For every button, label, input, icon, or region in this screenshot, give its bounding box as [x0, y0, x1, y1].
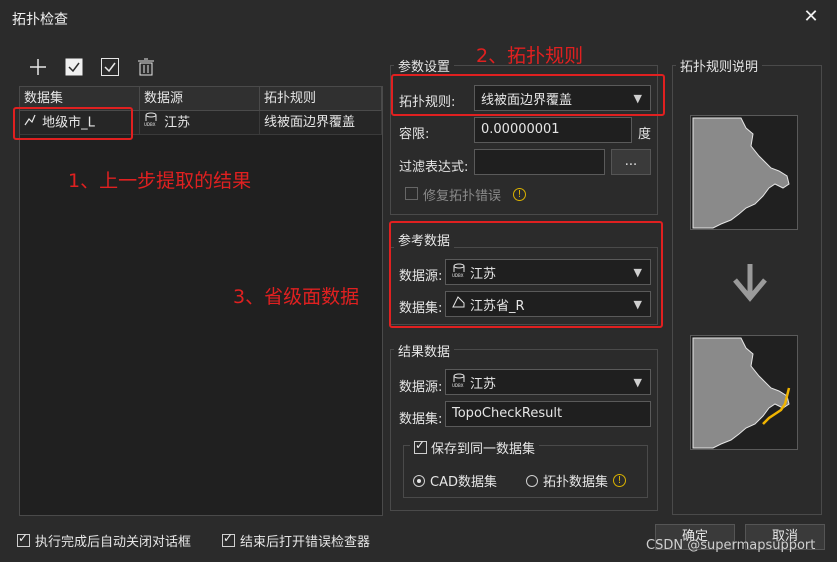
svg-text:UDBX: UDBX: [452, 383, 464, 387]
res-datasource-value: 江苏: [470, 376, 497, 392]
svg-text:UDBX: UDBX: [144, 122, 156, 126]
checkbox-icon: [414, 438, 427, 454]
filter-label: 过滤表达式:: [399, 160, 469, 175]
select-all-icon[interactable]: [99, 56, 121, 78]
radio-icon: [413, 474, 425, 487]
title-bar: [0, 0, 837, 36]
save-same-checkbox[interactable]: 保存到同一数据集: [410, 438, 540, 457]
warning-icon: !: [613, 474, 627, 487]
annotation-box-rule: [391, 74, 665, 116]
udbx-icon: UDBX: [144, 111, 160, 135]
filter-browse-button[interactable]: ...: [611, 149, 651, 175]
radio-cad-label: CAD数据集: [430, 475, 497, 490]
res-dataset-input[interactable]: TopoCheckResult: [445, 401, 651, 427]
annotation-text-1: 1、上一步提取的结果: [68, 170, 252, 192]
table-row-rule-cell[interactable]: 线被面边界覆盖: [260, 111, 382, 135]
description-legend: 拓扑规则说明: [676, 56, 763, 75]
close-icon[interactable]: ✕: [800, 6, 822, 28]
udbx-icon: UDBX: [452, 373, 470, 391]
watermark: CSDN @supermapsupport: [646, 538, 816, 553]
open-checker-checkbox[interactable]: 结束后打开错误检查器: [222, 531, 370, 550]
annotation-box-dataset: [13, 107, 133, 140]
open-checker-label: 结束后打开错误检查器: [240, 535, 371, 550]
res-datasource-select[interactable]: UDBX 江苏 ▼: [445, 369, 651, 395]
repair-label: 修复拓扑错误: [423, 189, 502, 204]
radio-topo-label: 拓扑数据集: [543, 475, 609, 490]
rule-before-image: [690, 115, 798, 230]
auto-close-checkbox[interactable]: 执行完成后自动关闭对话框: [17, 531, 191, 550]
datasource-name: 江苏: [164, 115, 191, 131]
save-same-label: 保存到同一数据集: [431, 442, 536, 457]
tolerance-unit: 度: [638, 127, 652, 142]
warning-icon: !: [513, 187, 526, 202]
delete-icon[interactable]: [135, 56, 157, 78]
radio-topo[interactable]: 拓扑数据集 !: [526, 471, 627, 490]
table-row-datasource-cell[interactable]: UDBX 江苏: [140, 111, 260, 135]
add-icon[interactable]: [27, 56, 49, 78]
arrow-down-icon: [731, 262, 769, 308]
annotation-text-2: 2、拓扑规则: [476, 45, 584, 67]
col-header-datasource[interactable]: 数据源: [140, 87, 260, 111]
col-header-rule[interactable]: 拓扑规则: [260, 87, 382, 111]
annotation-text-3: 3、省级面数据: [233, 286, 360, 308]
chevron-down-icon: ▼: [633, 375, 642, 389]
result-legend: 结果数据: [394, 341, 455, 360]
check-all-icon[interactable]: [63, 56, 85, 78]
filter-input[interactable]: [474, 149, 605, 175]
radio-cad[interactable]: CAD数据集: [413, 471, 497, 490]
tolerance-input[interactable]: 0.00000001: [474, 117, 632, 143]
res-dataset-label: 数据集:: [399, 412, 443, 427]
auto-close-label: 执行完成后自动关闭对话框: [35, 535, 192, 550]
checkbox-icon: [17, 531, 30, 547]
params-legend: 参数设置: [394, 56, 455, 75]
res-datasource-label: 数据源:: [399, 380, 443, 395]
annotation-box-reference: [389, 221, 663, 328]
tolerance-label: 容限:: [399, 127, 430, 142]
radio-icon: [526, 474, 538, 487]
rule-after-image: [690, 335, 798, 450]
checkbox-icon: [222, 531, 235, 547]
window-title: 拓扑检查: [12, 12, 68, 28]
repair-checkbox[interactable]: [405, 186, 418, 201]
